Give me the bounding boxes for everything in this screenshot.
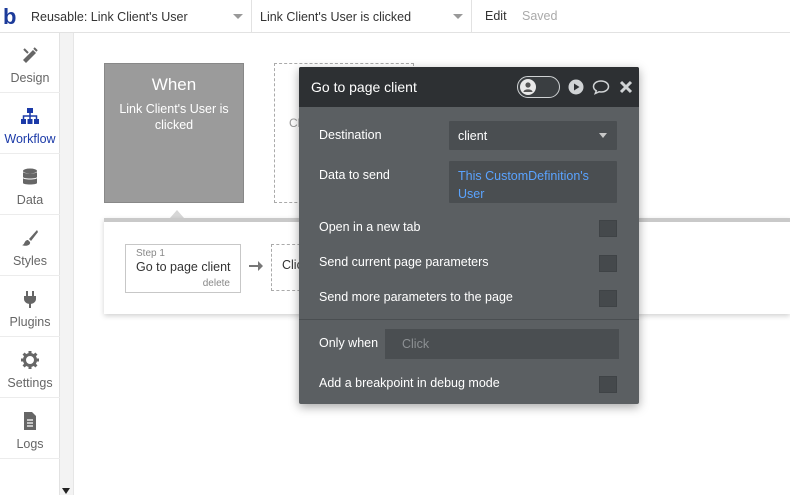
event-dropdown-label: Link Client's User is clicked [260,9,412,24]
sidebar-item-settings[interactable]: Settings [0,338,60,398]
toggle-knob [520,79,536,95]
sidebar-item-label: Data [16,193,44,207]
sidebar-item-label: Design [10,71,50,85]
destination-value: client [458,129,488,143]
only-when-condition-field[interactable]: Click [385,329,619,359]
event-pointer [170,210,184,218]
document-icon [20,411,40,431]
panel-header: Go to page client [299,67,639,107]
page-dropdown[interactable]: Reusable: Link Client's User [24,0,252,33]
sidebar-item-plugins[interactable]: Plugins [0,277,60,337]
action-properties-panel: Go to page client Destination client Dat… [299,67,639,404]
page-dropdown-label: Reusable: Link Client's User [31,9,188,24]
sidebar-item-styles[interactable]: Styles [0,216,60,276]
open-new-tab-checkbox[interactable] [599,220,617,237]
step-number: Step 1 [136,248,165,259]
gear-icon [20,350,40,370]
send-more-params-checkbox[interactable] [599,290,617,307]
workflow-icon [20,106,40,126]
database-icon [20,167,40,187]
data-to-send-label: Data to send [319,168,390,182]
step-card[interactable]: Step 1 Go to page client delete [125,244,241,293]
open-new-tab-label: Open in a new tab [319,220,421,234]
sidebar-item-logs[interactable]: Logs [0,399,60,459]
bubble-logo-icon[interactable]: b [0,0,24,33]
destination-label: Destination [319,128,382,142]
send-more-params-label: Send more parameters to the page [319,290,513,304]
breakpoint-label: Add a breakpoint in debug mode [319,376,500,390]
edit-link[interactable]: Edit [485,9,507,23]
sidebar-item-data[interactable]: Data [0,155,60,215]
sidebar-item-label: Settings [7,376,53,390]
person-icon [523,82,533,92]
close-icon[interactable] [619,79,635,95]
send-current-params-label: Send current page parameters [319,255,489,269]
step-delete-link[interactable]: delete [203,278,230,289]
destination-dropdown[interactable]: client [449,121,617,150]
sidebar-item-label: Plugins [9,315,51,329]
sidebar-item-label: Logs [16,437,44,451]
arrow-right-icon [249,259,263,271]
sidebar-item-workflow[interactable]: Workflow [0,94,60,154]
chevron-down-icon [233,14,243,19]
panel-title: Go to page client [311,79,417,95]
logo-letter: b [3,4,16,29]
breakpoint-checkbox[interactable] [599,376,617,393]
brush-icon [20,228,40,248]
sidebar-item-label: Workflow [4,132,56,146]
send-current-params-checkbox[interactable] [599,255,617,272]
sidebar-item-label: Styles [12,254,48,268]
sidebar: Design Workflow Data Styles Plugins Sett… [0,33,60,495]
play-icon[interactable] [568,79,584,95]
event-dropdown[interactable]: Link Client's User is clicked [252,0,472,33]
top-bar: b Reusable: Link Client's User Link Clie… [0,0,790,33]
event-title: When [151,75,197,94]
data-to-send-expression[interactable]: This CustomDefinition's User [458,167,608,203]
design-icon [20,45,40,65]
step-name: Go to page client [136,260,231,274]
event-card[interactable]: When Link Client's User is clicked [104,63,244,203]
plug-icon [20,289,40,309]
event-description: Link Client's User is clicked [119,102,229,132]
data-to-send-field[interactable]: This CustomDefinition's User [449,161,617,203]
panel-mode-toggle[interactable] [517,76,560,98]
comment-icon[interactable] [592,79,610,95]
only-when-placeholder: Click [402,337,430,351]
only-when-label: Only when [319,336,379,350]
mouse-cursor-icon [62,488,70,494]
chevron-down-icon [599,133,607,138]
saved-status: Saved [522,9,558,23]
sidebar-item-design[interactable]: Design [0,33,60,93]
chevron-down-icon [453,14,463,19]
panel-divider [299,319,639,320]
sidebar-divider-strip [60,33,74,495]
